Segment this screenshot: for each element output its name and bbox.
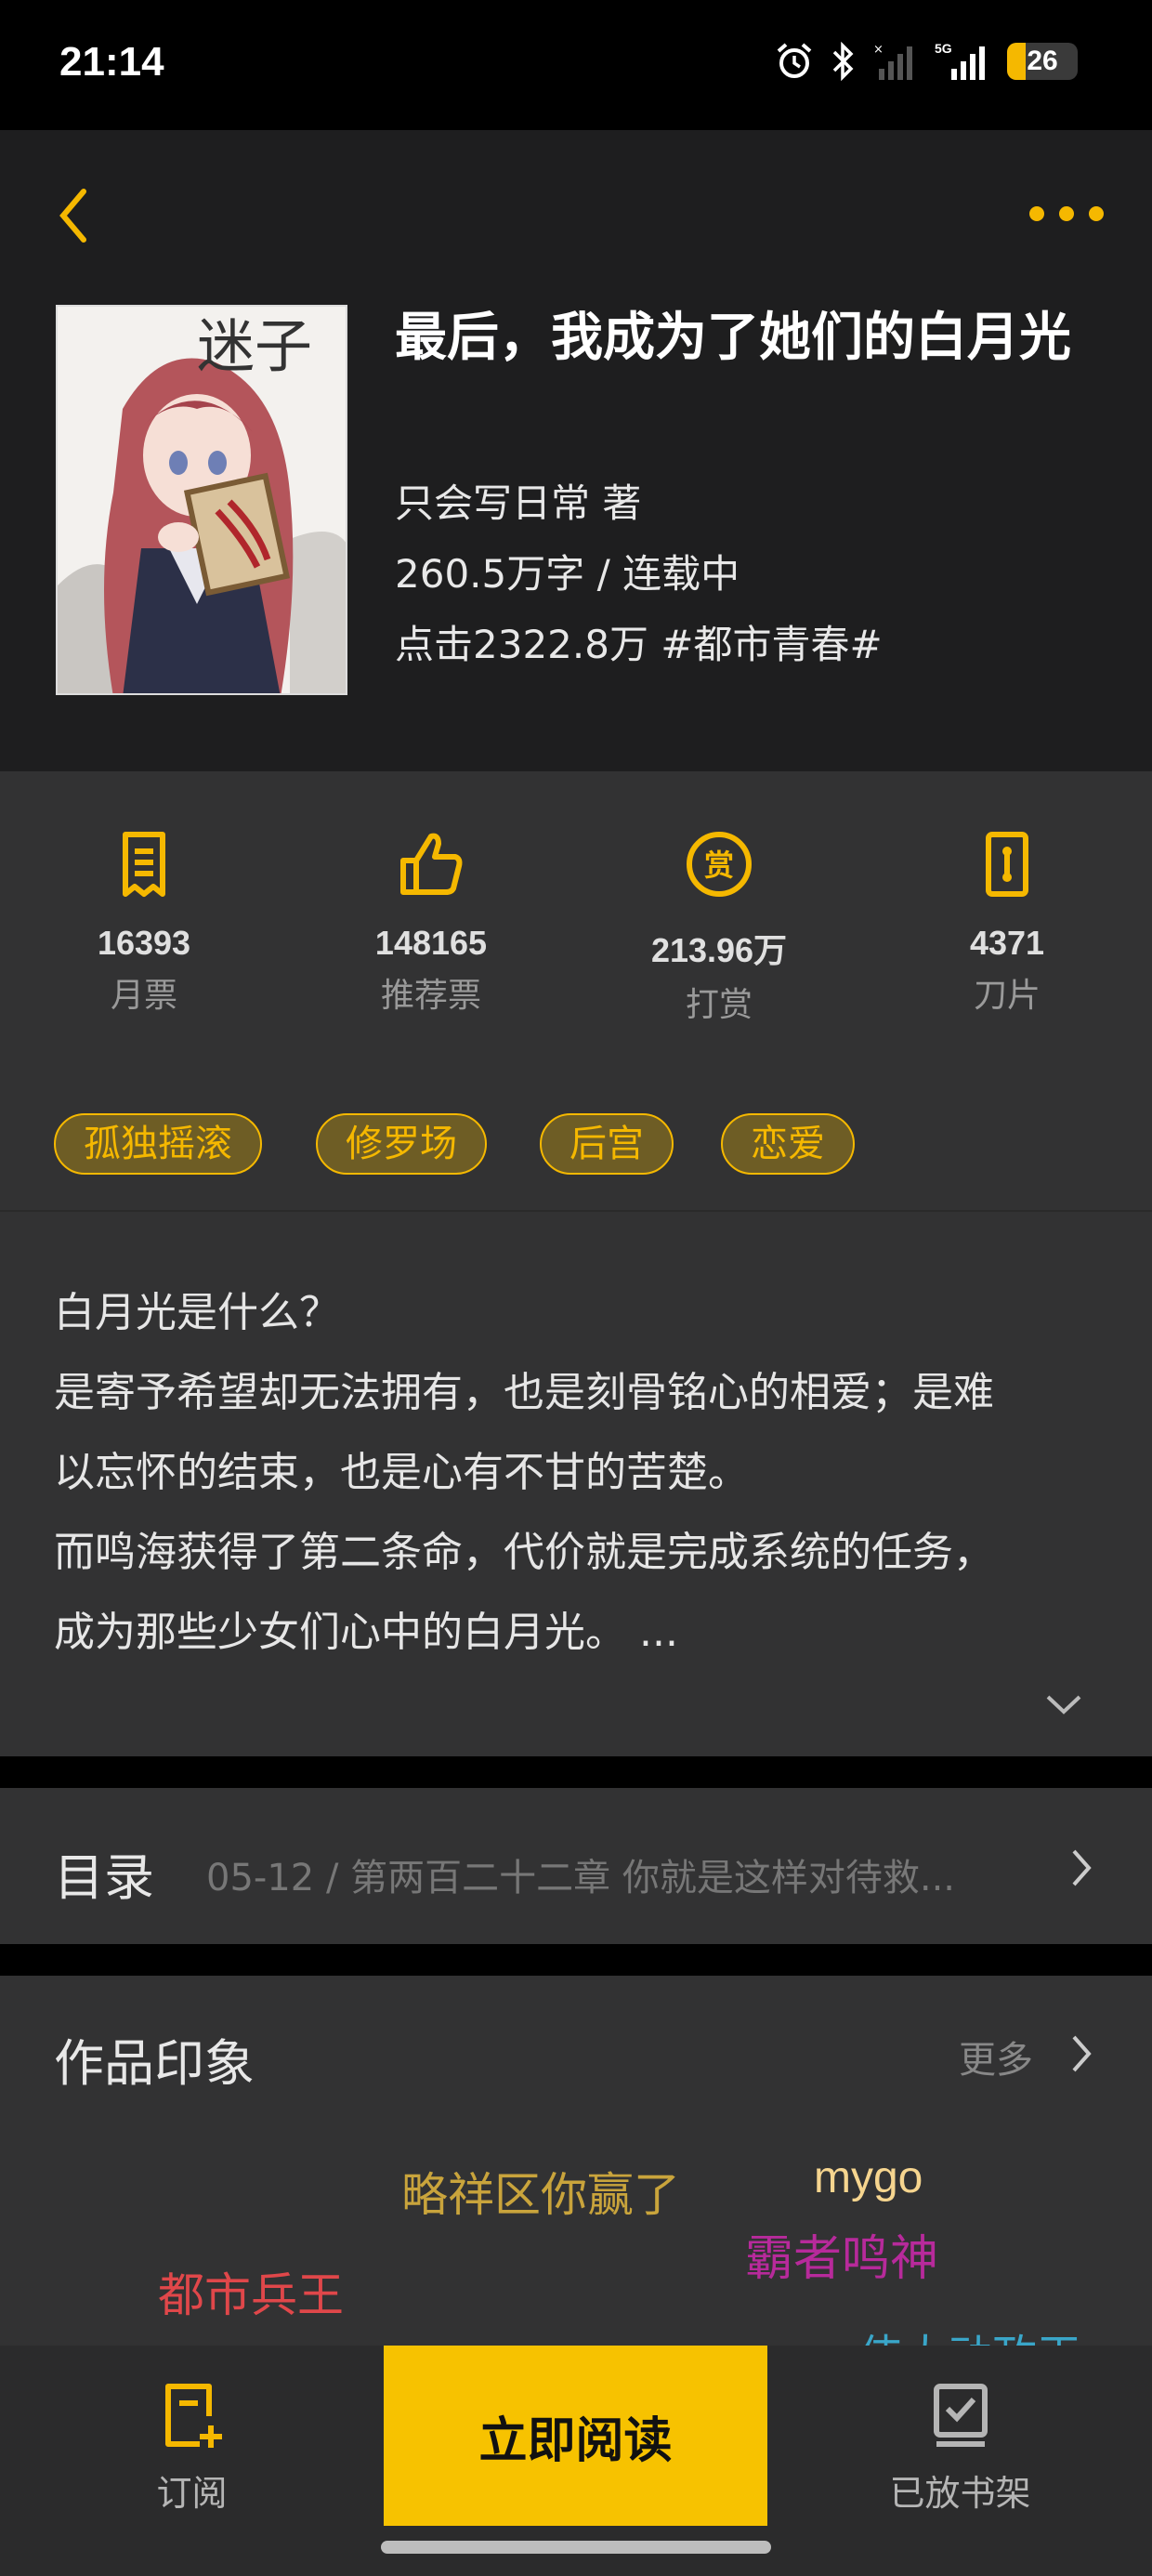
- stat-blade[interactable]: 4371 刀片: [896, 827, 1119, 1017]
- stat-value: 148165: [374, 924, 488, 962]
- catalog-row[interactable]: 目录 05-12 / 第两百二十二章 你就是这样对待救...: [0, 1788, 1152, 1944]
- stat-label: 打赏: [685, 986, 753, 1024]
- battery-indicator: 26: [1007, 43, 1078, 80]
- battery-fill: [1007, 43, 1026, 80]
- network-label: 5G: [935, 41, 952, 56]
- read-now-button[interactable]: 立即阅读: [384, 2346, 767, 2526]
- description-line: 以忘怀的结束，也是心有不甘的苦楚。: [54, 1449, 749, 1496]
- cover-title: 迷子: [196, 312, 312, 380]
- description-line: 而鸣海获得了第二条命，代价就是完成系统的任务，: [54, 1529, 994, 1576]
- description-line: 是寄予希望却无法拥有，也是刻骨铭心的相爱；是难: [54, 1369, 994, 1416]
- on-shelf-button[interactable]: 已放书架: [768, 2346, 1152, 2522]
- catalog-title: 目录: [54, 1848, 154, 1907]
- book-word-count: 260.5万字 / 连载中: [395, 551, 740, 597]
- status-bar: 21:14 × 5G 26: [0, 0, 1152, 130]
- chevron-right-icon: [1072, 1849, 1092, 1886]
- svg-text:赏: 赏: [704, 848, 734, 883]
- chevron-left-icon: [59, 189, 86, 243]
- stat-value: 4371: [969, 924, 1045, 962]
- tag[interactable]: 后宫: [540, 1113, 674, 1175]
- status-time: 21:14: [59, 39, 164, 85]
- tag[interactable]: 孤独摇滚: [54, 1113, 262, 1175]
- impression-word[interactable]: mygo: [814, 2152, 923, 2203]
- bookshelf-check-icon: [933, 2384, 988, 2447]
- stat-recommend[interactable]: 148165 推荐票: [320, 827, 543, 1017]
- stat-value: 213.96万: [650, 931, 788, 969]
- book-description[interactable]: 白月光是什么？ 是寄予希望却无法拥有，也是刻骨铭心的相爱；是难 以忘怀的结束，也…: [0, 1210, 1152, 1756]
- latest-chapter: 05-12 / 第两百二十二章 你就是这样对待救...: [206, 1857, 955, 1899]
- more-options-button[interactable]: [1029, 186, 1104, 242]
- book-header: 迷子 最后，我成为了她们的白月光 只会写日常 著 260.5万字 / 连载中 点…: [0, 130, 1152, 771]
- signal-5g-icon: 5G: [935, 41, 985, 80]
- on-shelf-label: 已放书架: [889, 2473, 1031, 2514]
- description-line: 成为那些少女们心中的白月光。 ...: [54, 1609, 678, 1656]
- status-icons: × 5G 26: [775, 41, 1078, 82]
- impression-word[interactable]: 都市兵王: [158, 2258, 344, 2325]
- battery-level: 26: [1027, 46, 1058, 76]
- subscribe-label: 订阅: [156, 2473, 228, 2514]
- impression-title: 作品印象: [54, 2034, 255, 2093]
- tag[interactable]: 恋爱: [721, 1113, 855, 1175]
- stats-panel: 16393 月票 148165 推荐票 赏 213.96万 打赏 4371 刀片…: [0, 771, 1152, 1210]
- book-cover[interactable]: 迷子: [56, 305, 347, 695]
- more-dot-icon: [1029, 206, 1044, 221]
- stat-label: 月票: [110, 977, 177, 1015]
- stat-reward[interactable]: 赏 213.96万 打赏: [608, 827, 831, 1026]
- stat-monthly-ticket[interactable]: 16393 月票: [33, 827, 255, 1017]
- impression-word[interactable]: 略祥区你赢了: [401, 2158, 680, 2225]
- alarm-icon: [777, 43, 812, 78]
- book-title: 最后，我成为了她们的白月光: [395, 308, 1071, 368]
- impression-word[interactable]: 伟大动政王: [858, 2320, 1081, 2347]
- stat-label: 刀片: [973, 977, 1041, 1015]
- subscribe-button[interactable]: 订阅: [0, 2346, 384, 2522]
- more-dot-icon: [1089, 206, 1104, 221]
- signal-1-icon: ×: [873, 43, 912, 80]
- more-dot-icon: [1059, 206, 1074, 221]
- back-button[interactable]: [48, 178, 104, 253]
- reward-coin-icon: 赏: [687, 832, 752, 897]
- impression-more-button[interactable]: 更多: [959, 2030, 1033, 2083]
- book-author[interactable]: 只会写日常 著: [395, 472, 641, 529]
- book-clicks-category: 点击2322.8万 #都市青春#: [395, 622, 883, 667]
- stat-label: 推荐票: [380, 977, 481, 1015]
- thumbs-up-icon: [400, 833, 463, 895]
- home-indicator[interactable]: [381, 2541, 771, 2554]
- bluetooth-icon: [832, 41, 854, 82]
- chevron-right-icon[interactable]: [1065, 2028, 1098, 2080]
- stat-value: 16393: [97, 924, 191, 962]
- blade-icon: [986, 832, 1028, 897]
- svg-text:×: ×: [873, 43, 884, 57]
- chevron-down-icon[interactable]: [1041, 1686, 1087, 1723]
- impression-section: 作品印象 更多 略祥区你赢了 mygo 霸者鸣神 都市兵王 伟大动政王: [0, 1976, 1152, 2347]
- description-text: 白月光是什么？ 是寄予希望却无法拥有，也是刻骨铭心的相爱；是难 以忘怀的结束，也…: [54, 1273, 1104, 1673]
- subscribe-icon: [164, 2384, 222, 2448]
- description-line: 白月光是什么？: [54, 1289, 340, 1336]
- impression-word[interactable]: 霸者鸣神: [745, 2219, 938, 2289]
- monthly-ticket-icon: [123, 832, 165, 897]
- tag[interactable]: 修罗场: [316, 1113, 487, 1175]
